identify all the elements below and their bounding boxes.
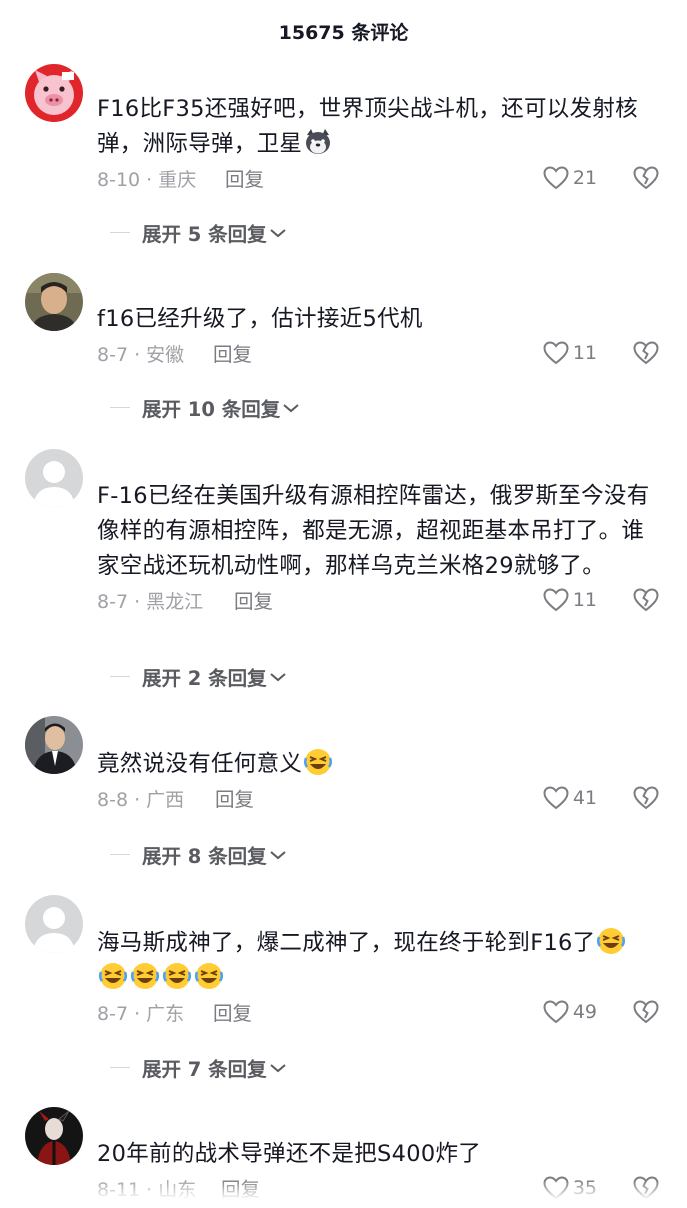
comments-header: 15675 条评论: [0, 0, 687, 62]
avatar[interactable]: [25, 895, 83, 953]
chevron-down-icon: [270, 1063, 286, 1072]
divider-line: [110, 1066, 130, 1069]
dislike-button[interactable]: [633, 341, 659, 369]
broken-heart-icon: [633, 786, 659, 810]
reply-button[interactable]: 回复: [213, 337, 252, 373]
expand-replies-label: 展开 2 条回复: [142, 667, 267, 690]
comment-time-location: 8-8 · 广西: [97, 789, 185, 811]
divider-line: [110, 675, 130, 678]
avatar[interactable]: [25, 449, 83, 507]
broken-heart-icon: [633, 588, 659, 612]
heart-icon: [543, 588, 569, 612]
comment-text: F-16已经在美国升级有源相控阵雷达，俄罗斯至今没有像样的有源相控阵，都是无源，…: [97, 483, 650, 579]
broken-heart-icon: [633, 341, 659, 365]
like-button[interactable]: 21: [543, 166, 597, 190]
like-button[interactable]: 11: [543, 588, 597, 612]
expand-replies-label: 展开 10 条回复: [142, 398, 281, 421]
default-user-icon: [25, 895, 83, 953]
dislike-button[interactable]: [633, 1000, 659, 1028]
broken-heart-icon: [633, 166, 659, 190]
comment-time-location: 8-7 · 广东: [97, 1003, 185, 1025]
rolling-on-floor-laughing-icon: [597, 928, 626, 954]
comment-time-location: 8-10 · 重庆: [97, 169, 197, 191]
comment-text: F16比F35还强好吧，世界顶尖战斗机，还可以发射核弹，洲际导弹，卫星: [97, 96, 638, 157]
like-count: 41: [572, 787, 597, 809]
comment-text: 海马斯成神了，爆二成神了，现在终于轮到F16了: [97, 926, 659, 996]
comment-text: 20年前的战术导弹还不是把S400炸了: [97, 1141, 482, 1167]
rolling-on-floor-laughing-icon: [130, 963, 160, 989]
heart-icon: [543, 786, 569, 810]
dark-character-icon: [25, 1107, 83, 1165]
reply-button[interactable]: 回复: [225, 162, 264, 198]
divider-line: [110, 406, 130, 409]
expand-replies-label: 展开 5 条回复: [142, 223, 267, 246]
dog-face-icon: [306, 129, 331, 154]
expand-replies-button[interactable]: 展开 2 条回复: [110, 662, 287, 691]
like-button[interactable]: 49: [543, 1000, 597, 1024]
expand-replies-button[interactable]: 展开 10 条回复: [110, 393, 300, 422]
broken-heart-icon: [633, 1000, 659, 1024]
divider-line: [110, 231, 130, 234]
chevron-down-icon: [270, 850, 286, 859]
dislike-button[interactable]: [633, 166, 659, 194]
dislike-button[interactable]: [633, 588, 659, 616]
like-count: 49: [572, 1001, 597, 1023]
default-user-icon: [25, 449, 83, 507]
rolling-on-floor-laughing-icon: [194, 963, 224, 989]
expand-replies-label: 展开 7 条回复: [142, 1058, 267, 1081]
like-count: 21: [572, 167, 597, 189]
expand-replies-label: 展开 8 条回复: [142, 845, 267, 868]
chevron-down-icon: [283, 403, 299, 412]
rolling-on-floor-laughing-icon: [98, 963, 128, 989]
avatar[interactable]: [25, 1107, 83, 1165]
comment-time-location: 8-7 · 安徽: [97, 344, 185, 366]
reply-button[interactable]: 回复: [215, 782, 254, 818]
avatar[interactable]: [25, 273, 83, 331]
chevron-down-icon: [270, 228, 286, 237]
comment-text: f16已经升级了，估计接近5代机: [97, 306, 423, 332]
suit-man-photo-icon: [25, 716, 83, 774]
heart-icon: [543, 166, 569, 190]
comment-text: 竟然说没有任何意义: [97, 747, 659, 782]
comment-count-title: 15675 条评论: [278, 21, 409, 44]
rolling-on-floor-laughing-icon: [162, 963, 192, 989]
divider-line: [110, 853, 130, 856]
heart-icon: [543, 341, 569, 365]
dislike-button[interactable]: [633, 786, 659, 814]
like-count: 11: [572, 342, 597, 364]
expand-replies-button[interactable]: 展开 8 条回复: [110, 840, 287, 869]
expand-replies-button[interactable]: 展开 5 条回复: [110, 218, 287, 247]
reply-button[interactable]: 回复: [213, 996, 252, 1032]
chevron-down-icon: [270, 672, 286, 681]
rolling-on-floor-laughing-icon: [304, 749, 333, 775]
avatar[interactable]: [25, 716, 83, 774]
like-button[interactable]: 11: [543, 341, 597, 365]
like-count: 11: [572, 589, 597, 611]
avatar[interactable]: [25, 64, 83, 122]
comment-time-location: 8-7 · 黑龙江: [97, 591, 204, 613]
expand-replies-button[interactable]: 展开 7 条回复: [110, 1053, 287, 1082]
man-photo-icon: [25, 273, 83, 331]
like-button[interactable]: 41: [543, 786, 597, 810]
heart-icon: [543, 1000, 569, 1024]
reply-button[interactable]: 回复: [234, 584, 273, 620]
pig-face-icon: [25, 64, 83, 122]
bottom-fade: [0, 1180, 687, 1200]
